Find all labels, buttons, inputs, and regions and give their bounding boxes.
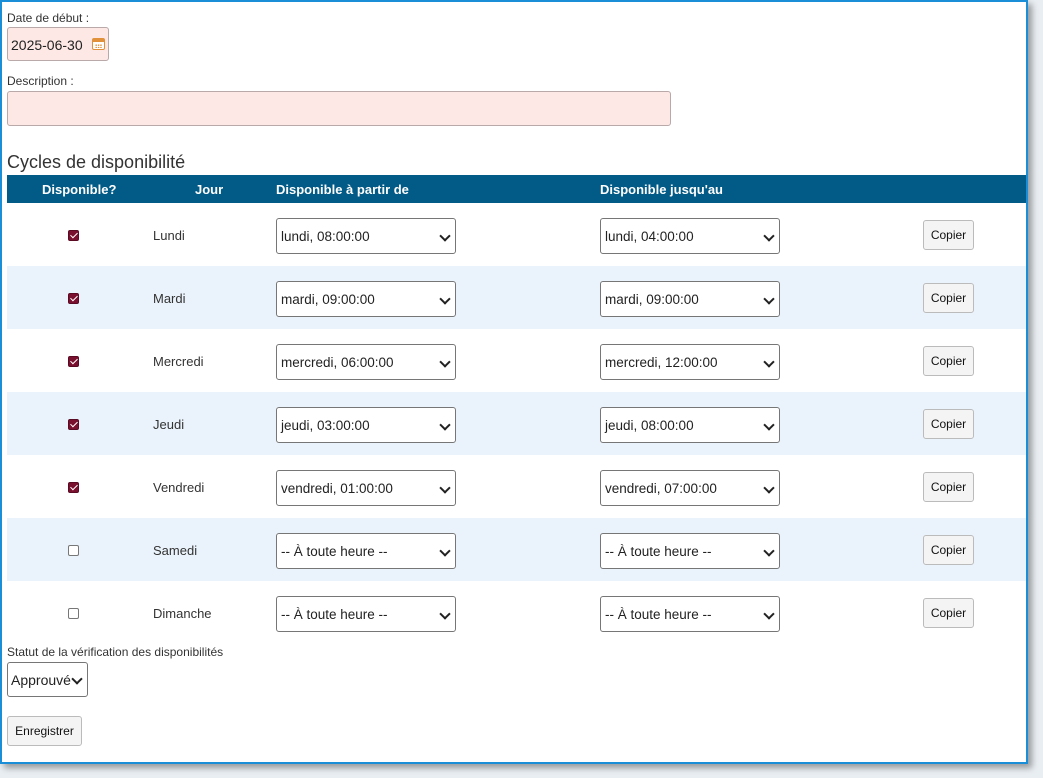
start-date-label: Date de début : <box>7 11 90 25</box>
availability-form: Date de début : 2025-06-30 Description :… <box>0 0 1028 764</box>
from-time-select[interactable]: -- À toute heure -- <box>276 533 456 569</box>
chevron-down-icon <box>439 356 451 368</box>
start-date-field[interactable]: 2025-06-30 <box>7 27 109 61</box>
cycles-title: Cycles de disponibilité <box>7 152 186 172</box>
table-row: Vendredi vendredi, 01:00:00 vendredi, 07:0… <box>7 455 1026 518</box>
from-time-value: -- À toute heure -- <box>281 607 388 622</box>
description-label: Description : <box>7 74 74 88</box>
table-row: Jeudi jeudi, 03:00:00 jeudi, 08:00:00 Copie… <box>7 392 1026 455</box>
until-time-select[interactable]: -- À toute heure -- <box>600 596 780 632</box>
chevron-down-icon <box>439 293 451 305</box>
until-time-select[interactable]: mardi, 09:00:00 <box>600 281 780 317</box>
chevron-down-icon <box>763 482 775 494</box>
header-day: Jour <box>195 182 224 197</box>
until-time-value: -- À toute heure -- <box>605 607 712 622</box>
until-time-value: lundi, 04:00:00 <box>605 229 694 244</box>
chevron-down-icon <box>439 545 451 557</box>
status-value: Approuvé <box>11 672 71 688</box>
status-select[interactable]: Approuvé <box>7 662 88 697</box>
until-time-select[interactable]: vendredi, 07:00:00 <box>600 470 780 506</box>
day-label: Mardi <box>153 291 186 306</box>
from-time-value: mercredi, 06:00:00 <box>281 355 394 370</box>
available-checkbox[interactable] <box>68 293 79 304</box>
chevron-down-icon <box>439 419 451 431</box>
header-until: Disponible jusqu'au <box>600 182 723 197</box>
day-label: Samedi <box>153 543 198 558</box>
chevron-down-icon <box>439 230 451 242</box>
chevron-down-icon <box>763 545 775 557</box>
until-time-select[interactable]: lundi, 04:00:00 <box>600 218 780 254</box>
table-row: Lundi lundi, 08:00:00 lundi, 04:00:00 Copie… <box>7 203 1026 266</box>
chevron-down-icon <box>763 419 775 431</box>
day-label: Mercredi <box>153 354 204 369</box>
copy-button[interactable]: Copier <box>923 409 974 439</box>
day-label: Lundi <box>153 228 185 243</box>
until-time-select[interactable]: -- À toute heure -- <box>600 533 780 569</box>
chevron-down-icon <box>71 673 83 685</box>
available-checkbox[interactable] <box>68 356 79 367</box>
until-time-value: -- À toute heure -- <box>605 544 712 559</box>
table-row: Dimanche -- À toute heure -- -- À toute he… <box>7 581 1026 644</box>
cycles-table-header: Disponible? Jour Disponible à partir de … <box>7 175 1026 203</box>
until-time-value: vendredi, 07:00:00 <box>605 481 717 496</box>
day-label: Vendredi <box>153 480 205 495</box>
until-time-select[interactable]: jeudi, 08:00:00 <box>600 407 780 443</box>
copy-button[interactable]: Copier <box>923 535 974 565</box>
from-time-select[interactable]: mercredi, 06:00:00 <box>276 344 456 380</box>
header-from: Disponible à partir de <box>276 182 409 197</box>
until-time-value: mardi, 09:00:00 <box>605 292 699 307</box>
chevron-down-icon <box>763 293 775 305</box>
from-time-select[interactable]: mardi, 09:00:00 <box>276 281 456 317</box>
chevron-down-icon <box>763 230 775 242</box>
table-row: Samedi -- À toute heure -- -- À toute heur… <box>7 518 1026 581</box>
from-time-select[interactable]: vendredi, 01:00:00 <box>276 470 456 506</box>
available-checkbox[interactable] <box>68 608 79 619</box>
copy-button[interactable]: Copier <box>923 346 974 376</box>
until-time-value: mercredi, 12:00:00 <box>605 355 718 370</box>
from-time-value: lundi, 08:00:00 <box>281 229 370 244</box>
chevron-down-icon <box>439 482 451 494</box>
available-checkbox[interactable] <box>68 230 79 241</box>
header-available: Disponible? <box>42 182 117 197</box>
from-time-select[interactable]: jeudi, 03:00:00 <box>276 407 456 443</box>
available-checkbox[interactable] <box>68 545 79 556</box>
chevron-down-icon <box>439 608 451 620</box>
until-time-select[interactable]: mercredi, 12:00:00 <box>600 344 780 380</box>
from-time-value: jeudi, 03:00:00 <box>281 418 370 433</box>
status-label: Statut de la vérification des disponibil… <box>7 645 224 659</box>
chevron-down-icon <box>763 608 775 620</box>
available-checkbox[interactable] <box>68 419 79 430</box>
calendar-icon[interactable] <box>92 38 105 50</box>
day-label: Dimanche <box>153 606 212 621</box>
day-label: Jeudi <box>153 417 185 432</box>
start-date-value: 2025-06-30 <box>11 37 83 53</box>
copy-button[interactable]: Copier <box>923 283 974 313</box>
chevron-down-icon <box>763 356 775 368</box>
from-time-value: -- À toute heure -- <box>281 544 388 559</box>
table-row: Mercredi mercredi, 06:00:00 mercredi, 12:0… <box>7 329 1026 392</box>
from-time-value: mardi, 09:00:00 <box>281 292 375 307</box>
copy-button[interactable]: Copier <box>923 220 974 250</box>
from-time-value: vendredi, 01:00:00 <box>281 481 393 496</box>
until-time-value: jeudi, 08:00:00 <box>605 418 694 433</box>
from-time-select[interactable]: lundi, 08:00:00 <box>276 218 456 254</box>
copy-button[interactable]: Copier <box>923 598 974 628</box>
save-button[interactable]: Enregistrer <box>7 716 82 746</box>
copy-button[interactable]: Copier <box>923 472 974 502</box>
available-checkbox[interactable] <box>68 482 79 493</box>
description-input[interactable] <box>7 91 671 126</box>
from-time-select[interactable]: -- À toute heure -- <box>276 596 456 632</box>
table-row: Mardi mardi, 09:00:00 mardi, 09:00:00 Copie… <box>7 266 1026 329</box>
